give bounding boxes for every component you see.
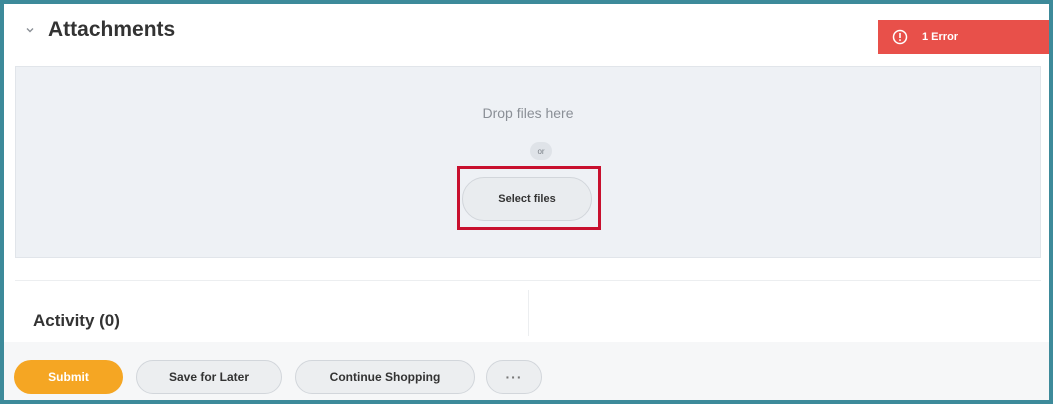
more-actions-button[interactable]: ··· bbox=[486, 360, 542, 394]
continue-shopping-button[interactable]: Continue Shopping bbox=[295, 360, 475, 394]
drop-files-text: Drop files here bbox=[482, 105, 574, 121]
error-badge[interactable]: 1 Error bbox=[878, 20, 1049, 54]
or-separator: or bbox=[530, 142, 552, 160]
error-badge-label: 1 Error bbox=[922, 31, 959, 43]
section-divider bbox=[15, 280, 1041, 281]
chevron-down-icon[interactable] bbox=[22, 22, 38, 38]
submit-button[interactable]: Submit bbox=[14, 360, 123, 394]
column-divider bbox=[528, 290, 529, 336]
save-for-later-button[interactable]: Save for Later bbox=[136, 360, 282, 394]
activity-title: Activity (0) bbox=[33, 311, 120, 330]
select-files-button[interactable]: Select files bbox=[462, 177, 592, 221]
alert-circle-icon bbox=[892, 29, 908, 45]
section-title: Attachments bbox=[48, 18, 176, 41]
attachments-header: Attachments bbox=[22, 18, 175, 42]
